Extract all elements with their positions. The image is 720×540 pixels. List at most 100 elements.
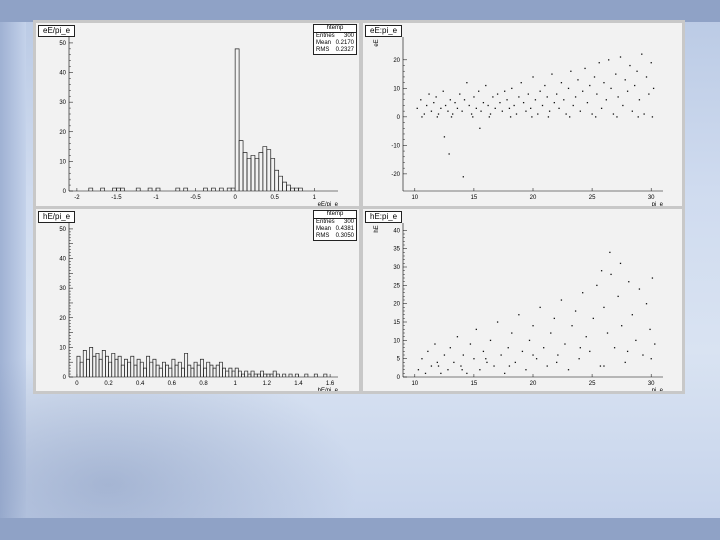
scatter-point: [456, 107, 459, 109]
histogram-bin: [158, 367, 163, 377]
scatter-point: [511, 87, 513, 90]
histogram-bin: [180, 367, 185, 377]
scatter-point: [609, 251, 611, 254]
scatter-point: [556, 361, 558, 364]
x-tick-label: 10: [411, 195, 418, 201]
scatter-point: [507, 347, 509, 349]
histogram-bin: [247, 373, 252, 377]
scatter-point: [449, 347, 451, 349]
histogram-bin: [175, 187, 181, 191]
scatter-point: [544, 84, 546, 87]
scatter-point: [531, 116, 533, 118]
stats-label: RMS: [316, 233, 330, 239]
histogram-bin: [274, 169, 280, 191]
y-tick-label: 10: [393, 86, 400, 92]
histogram-bin: [79, 361, 84, 377]
scatter-point: [613, 347, 616, 349]
scatter-point: [635, 339, 637, 342]
scatter-point: [550, 332, 552, 334]
scatter-point: [608, 59, 610, 61]
scatter-point: [454, 101, 456, 104]
scatter-point: [452, 113, 454, 115]
scatter-point: [485, 358, 487, 360]
histogram-bin: [234, 367, 239, 377]
y-axis-label: hE: [374, 225, 380, 232]
histogram-bin: [231, 370, 236, 377]
histogram-bin: [155, 364, 160, 377]
scatter-point: [543, 347, 545, 349]
scatter-point: [416, 107, 418, 109]
scatter-point: [650, 62, 652, 64]
y-tick-label: 10: [393, 338, 400, 344]
scatter-point: [492, 96, 494, 98]
x-tick-label: -0.5: [190, 195, 201, 201]
scatter-point: [652, 87, 655, 90]
y-tick-label: -20: [391, 172, 400, 178]
scatter-point: [605, 99, 607, 101]
histogram-bin: [143, 367, 147, 377]
histogram-bin: [174, 364, 179, 377]
scatter-point: [631, 314, 633, 316]
histogram-bin: [95, 352, 100, 377]
scatter-point: [539, 306, 541, 309]
scatter-point: [525, 369, 527, 371]
scatter-point: [626, 90, 629, 92]
scatter-point: [436, 361, 438, 364]
scatter-point: [530, 107, 532, 109]
scatter-point: [638, 288, 641, 290]
scatter-point: [515, 113, 518, 115]
scatter-point: [440, 107, 442, 109]
histogram-bin: [294, 373, 299, 377]
histogram-bin: [290, 187, 295, 191]
scatter-point: [651, 116, 654, 118]
x-tick-label: -2: [74, 195, 80, 201]
histogram-bin: [212, 367, 217, 377]
histogram-bin: [177, 361, 182, 377]
scatter-point: [570, 70, 572, 72]
y-tick-label: 0: [397, 115, 401, 121]
scatter-point: [612, 113, 615, 115]
scatter-point: [547, 116, 550, 118]
histogram-bin: [256, 373, 261, 377]
root-canvas: -2 -1.5 -1 -0.5 0 0.5 1 0 10 20 30 40 50 eE/pi_e eE/p…: [33, 20, 685, 394]
scatter-point: [434, 343, 436, 345]
scatter-point: [645, 76, 648, 78]
pad-hE-vs-pi-scatter: 10 15 20 25 30 0 5 10 15 20 25 30 35 40 pi_e hE hE:pi_e: [363, 209, 682, 391]
y-tick-label: 40: [59, 257, 66, 263]
histogram-bin: [89, 347, 94, 377]
scatter-point: [480, 110, 482, 112]
scatter-point: [435, 96, 437, 98]
scatter-point: [528, 339, 531, 342]
scatter-point: [589, 350, 591, 353]
histogram-bin: [278, 175, 283, 191]
stats-value: 300: [343, 33, 354, 39]
scatter-point: [563, 99, 565, 101]
scatter-point: [486, 361, 488, 364]
histogram-bin: [136, 358, 141, 377]
histogram-bin: [225, 370, 230, 377]
scatter-point: [643, 113, 645, 115]
x-tick-label: 15: [471, 381, 478, 387]
histogram-bin: [282, 373, 287, 377]
pad-hE-over-pi-histogram: 0 0.2 0.4 0.6 0.8 1 1.2 1.4 1.6 0 10 20 30 40 50 hE/pi_…: [36, 209, 359, 391]
histogram-bin: [168, 367, 173, 377]
histogram-bin: [266, 149, 272, 191]
histogram-bin: [165, 364, 170, 377]
scatter-point: [478, 90, 480, 92]
scatter-point: [447, 369, 449, 371]
histogram-bin: [230, 187, 236, 191]
y-tick-label: 50: [59, 227, 66, 233]
scatter-point: [548, 110, 551, 112]
scatter-point: [650, 358, 652, 360]
histogram-bin: [294, 187, 299, 191]
y-tick-label: 0: [397, 375, 401, 381]
stats-value: 0.2170: [335, 40, 354, 46]
scatter-point: [482, 350, 485, 353]
scatter-point: [591, 113, 593, 115]
scatter-point: [571, 325, 573, 327]
histogram-bin: [266, 373, 271, 377]
scatter-point: [487, 104, 489, 107]
scatter-point: [634, 84, 636, 87]
scatter-point: [430, 110, 433, 112]
filmstrip-bottom: [0, 518, 720, 540]
